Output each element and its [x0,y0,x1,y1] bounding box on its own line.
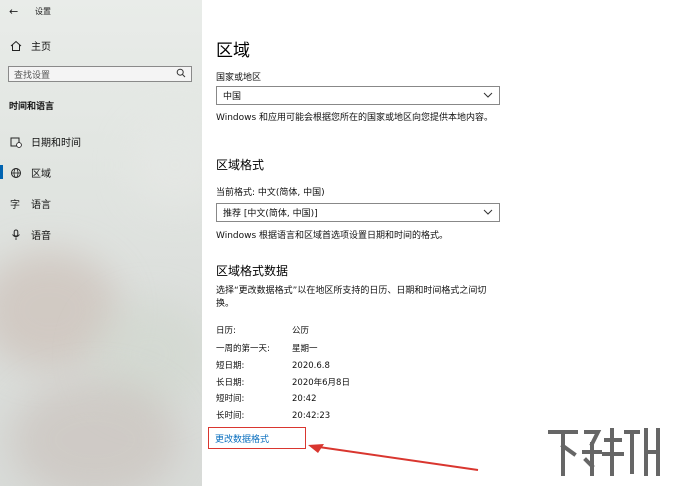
sidebar-item-label: 区域 [31,169,51,180]
sidebar-item-region[interactable]: 区域 [9,165,51,180]
data-description-line1: 选择“更改数据格式”以在地区所支持的日历、日期和时间格式之间切 [216,286,487,296]
sidebar-item-label: 主页 [31,42,51,53]
format-key: 一周的第一天: [216,344,270,354]
section-title: 时间和语言 [9,102,55,112]
format-value: 20:42 [292,394,317,404]
format-description: Windows 根据语言和区域首选项设置日期和时间的格式。 [216,231,449,241]
search-icon[interactable] [176,68,186,81]
format-row: 长时间: 20:42:23 [216,409,330,421]
country-value: 中国 [223,92,242,102]
format-value: 2020.6.8 [292,361,330,371]
format-key: 日历: [216,326,236,336]
format-row: 短日期: 2020.6.8 [216,359,330,371]
sidebar-item-label: 语言 [31,200,51,211]
format-row: 一周的第一天: 星期一 [216,342,318,354]
format-heading: 区域格式 [216,158,265,172]
sidebar: ← 设置 主页 查找设置 时间和语言 日期和时间 区域 字 语言 语音 [0,0,202,486]
svg-text:字: 字 [10,198,20,210]
back-arrow-icon[interactable]: ← [9,5,25,18]
watermark-logo [548,428,660,476]
format-value: 推荐 [中文(简体, 中国)] [223,209,318,219]
change-data-format-link[interactable]: 更改数据格式 [215,432,269,445]
chevron-down-icon [483,208,493,218]
microphone-icon [9,228,23,242]
format-value: 星期一 [292,344,318,354]
country-dropdown[interactable]: 中国 [216,86,500,105]
app-title: 设置 [35,6,51,16]
sidebar-item-label: 语音 [31,231,51,242]
format-key: 长时间: [216,411,245,421]
format-value: 20:42:23 [292,411,331,421]
format-key: 长日期: [216,378,245,388]
highlight-box: 更改数据格式 [208,427,306,449]
search-input[interactable]: 查找设置 [8,66,192,82]
country-description: Windows 和应用可能会根据您所在的国家或地区向您提供本地内容。 [216,113,494,123]
home-icon [9,39,23,53]
sidebar-item-language[interactable]: 字 语言 [9,196,51,212]
format-key: 短日期: [216,361,245,371]
format-dropdown[interactable]: 推荐 [中文(简体, 中国)] [216,203,500,222]
main-panel: 区域 国家或地区 中国 Windows 和应用可能会根据您所在的国家或地区向您提… [202,0,682,486]
sidebar-item-home[interactable]: 主页 [9,38,51,53]
globe-icon [9,166,23,180]
format-value: 公历 [292,326,310,336]
data-heading: 区域格式数据 [216,264,289,278]
format-row: 短时间: 20:42 [216,392,317,404]
country-label: 国家或地区 [216,73,262,83]
current-format-label: 当前格式: 中文(简体, 中国) [216,188,325,198]
sidebar-item-speech[interactable]: 语音 [9,227,51,242]
format-value: 2020年6月8日 [292,378,350,388]
sidebar-item-date-time[interactable]: 日期和时间 [9,134,81,149]
format-key: 短时间: [216,394,245,404]
format-row: 长日期: 2020年6月8日 [216,376,350,388]
calendar-clock-icon [9,135,23,149]
page-title: 区域 [216,41,250,61]
annotation-arrow [308,444,479,471]
format-row: 日历: 公历 [216,324,309,336]
search-placeholder: 查找设置 [14,70,51,81]
chevron-down-icon [483,91,493,101]
active-indicator [0,165,3,179]
language-icon: 字 [9,197,23,211]
data-description-line2: 换。 [216,299,235,309]
sidebar-item-label: 日期和时间 [31,138,81,149]
